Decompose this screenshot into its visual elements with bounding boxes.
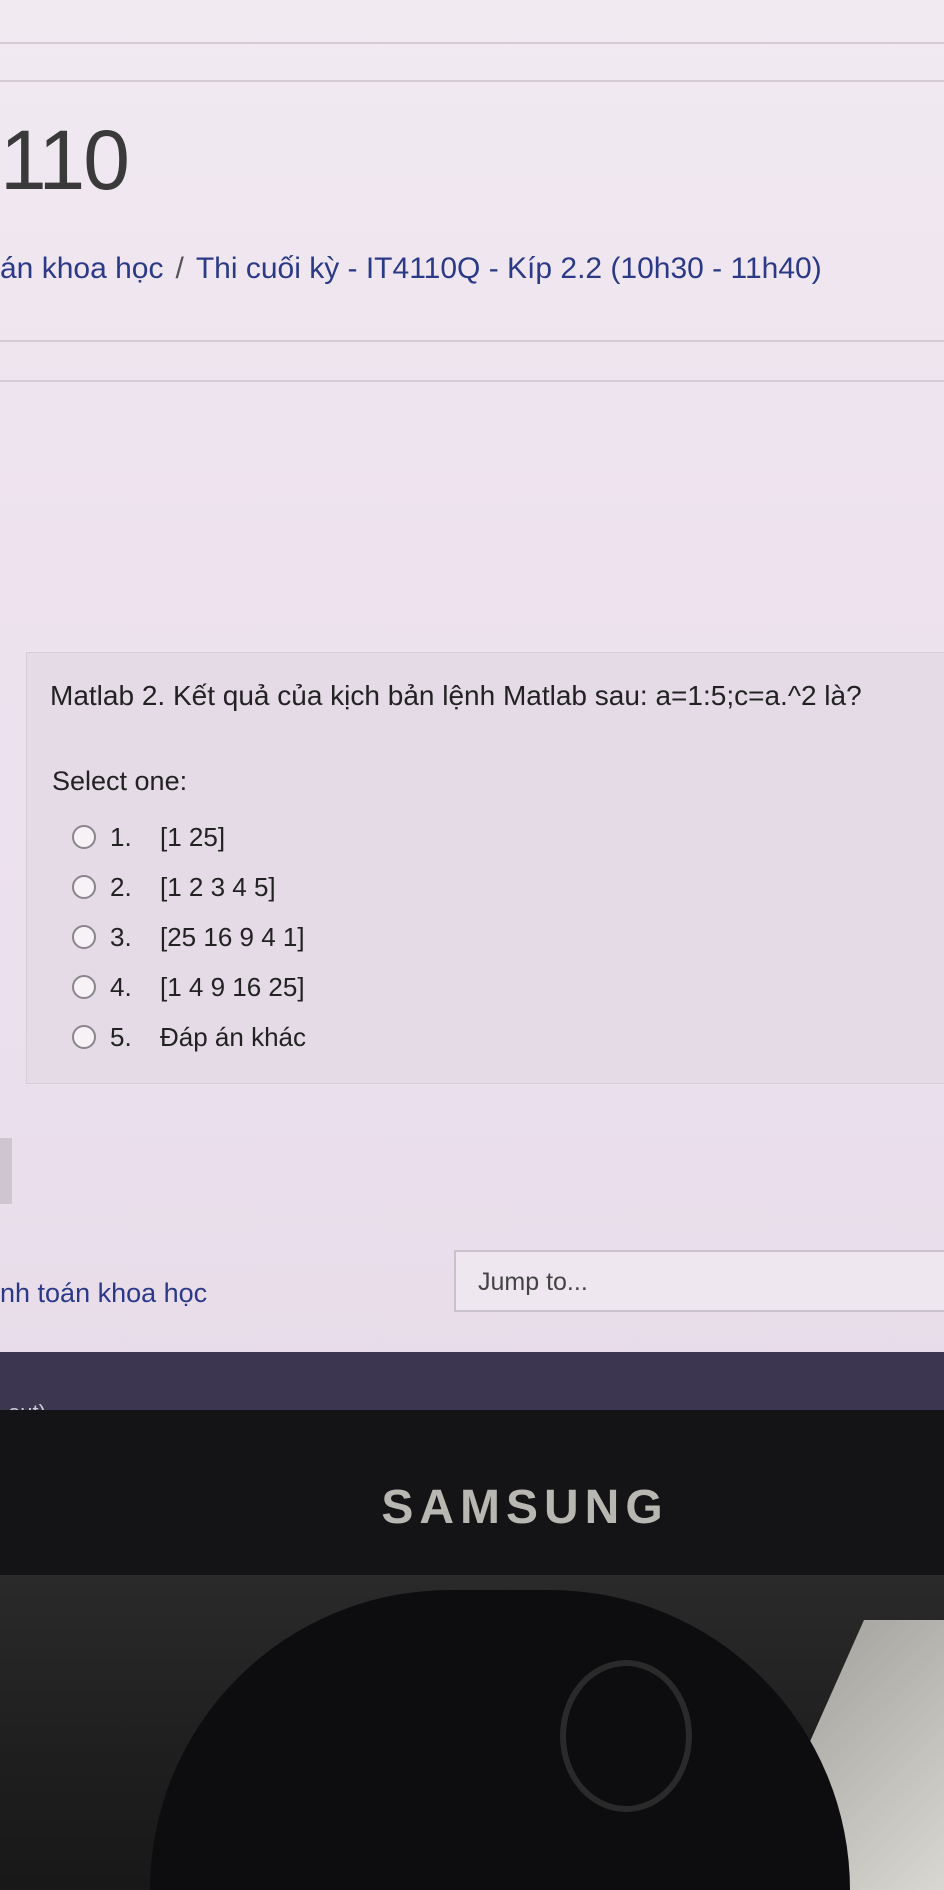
radio-icon[interactable] xyxy=(72,975,96,999)
option-number: 4. xyxy=(110,971,132,1002)
radio-icon[interactable] xyxy=(72,825,96,849)
header-divider-2 xyxy=(0,380,944,382)
option-number: 2. xyxy=(110,871,132,902)
option-number: 3. xyxy=(110,921,132,952)
breadcrumb-parent-link[interactable]: án khoa học xyxy=(0,252,163,285)
question-text: Matlab 2. Kết quả của kịch bản lệnh Matl… xyxy=(50,680,862,711)
course-home-link[interactable]: nh toán khoa học xyxy=(0,1278,207,1309)
radio-icon[interactable] xyxy=(72,925,96,949)
top-divider xyxy=(0,42,944,44)
option-label: [1 2 3 4 5] xyxy=(160,871,276,902)
page-footer xyxy=(0,1352,944,1410)
jump-to-select[interactable]: Jump to... xyxy=(454,1250,944,1312)
answer-option-5[interactable]: 5. Đáp án khác xyxy=(72,1012,306,1062)
course-title: 110 xyxy=(0,113,130,207)
answer-options: 1. [1 25] 2. [1 2 3 4 5] 3. [25 16 9 4 1… xyxy=(72,812,306,1062)
option-number: 5. xyxy=(110,1021,132,1052)
answer-option-3[interactable]: 3. [25 16 9 4 1] xyxy=(72,912,306,962)
logout-link[interactable]: out) xyxy=(8,1400,46,1410)
option-label: [1 4 9 16 25] xyxy=(160,971,305,1002)
select-one-label: Select one: xyxy=(52,766,188,796)
header-divider xyxy=(0,340,944,342)
answer-option-4[interactable]: 4. [1 4 9 16 25] xyxy=(72,962,306,1012)
top-divider-2 xyxy=(0,80,944,82)
radio-icon[interactable] xyxy=(72,875,96,899)
option-label: [1 25] xyxy=(160,821,226,852)
monitor-screen: 110 án khoa học / Thi cuối kỳ - IT4110Q - … xyxy=(0,0,944,1410)
breadcrumb: án khoa học / Thi cuối kỳ - IT4110Q - Kíp … xyxy=(0,252,822,286)
option-number: 1. xyxy=(110,821,132,852)
cable xyxy=(560,1660,692,1812)
jump-to-placeholder: Jump to... xyxy=(478,1268,588,1296)
option-label: [25 16 9 4 1] xyxy=(160,921,305,952)
monitor-brand-logo: SAMSUNG xyxy=(381,1481,669,1534)
option-label: Đáp án khác xyxy=(160,1021,306,1052)
answer-option-2[interactable]: 2. [1 2 3 4 5] xyxy=(72,862,306,912)
answer-option-1[interactable]: 1. [1 25] xyxy=(72,812,306,862)
breadcrumb-separator: / xyxy=(175,252,184,285)
radio-icon[interactable] xyxy=(72,1025,96,1049)
side-nav-tab[interactable] xyxy=(0,1138,12,1204)
breadcrumb-current-link[interactable]: Thi cuối kỳ - IT4110Q - Kíp 2.2 (10h30 -… xyxy=(196,252,822,285)
